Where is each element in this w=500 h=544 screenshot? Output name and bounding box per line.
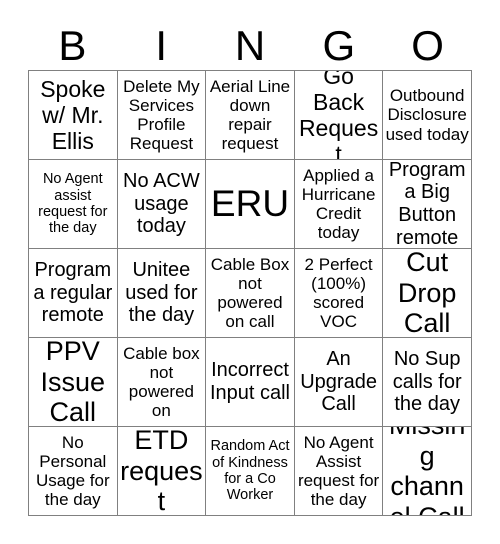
bingo-cell-label: Cut Drop Call bbox=[397, 249, 457, 338]
bingo-cell-label: Outbound Disclosure used today bbox=[385, 86, 469, 144]
bingo-cell[interactable]: Go Back Request bbox=[294, 71, 384, 160]
bingo-cell[interactable]: 2 Perfect (100%) scored VOC bbox=[294, 249, 384, 338]
bingo-cell[interactable]: PPV Issue Call bbox=[29, 338, 118, 427]
bingo-row: PPV Issue Call Cable box not powered on … bbox=[29, 338, 472, 427]
bingo-cell[interactable]: Applied a Hurricane Credit today bbox=[294, 160, 384, 249]
bingo-header-letter-n: N bbox=[234, 22, 266, 69]
bingo-cell-label: Aerial Line down repair request bbox=[209, 76, 291, 154]
bingo-cell-label: No Agent assist request for the day bbox=[38, 171, 108, 237]
bingo-cell[interactable]: ETD request bbox=[117, 427, 207, 516]
bingo-cell[interactable]: Cable Box not powered on call bbox=[206, 249, 295, 338]
bingo-header-letter-i: I bbox=[155, 22, 168, 69]
bingo-cell-label: Missing channel Call bbox=[389, 427, 466, 515]
bingo-cell[interactable]: Aerial Line down repair request bbox=[206, 71, 295, 160]
bingo-cell-label: Incorrect Input call bbox=[209, 359, 291, 404]
bingo-cell[interactable]: Cable box not powered on bbox=[117, 338, 207, 427]
bingo-cell-label: An Upgrade Call bbox=[300, 348, 377, 416]
bingo-cell-label: Cable box not powered on bbox=[123, 343, 200, 421]
bingo-cell[interactable]: No Agent assist request for the day bbox=[29, 160, 118, 249]
bingo-cell[interactable]: No Agent Assist request for the day bbox=[294, 427, 384, 516]
bingo-cell-label: Cable Box not powered on call bbox=[210, 254, 290, 332]
bingo-cell-label: Unitee used for the day bbox=[125, 259, 198, 327]
bingo-cell[interactable]: Random Act of Kindness for a Co Worker bbox=[206, 427, 295, 516]
bingo-cell-label: No Personal Usage for the day bbox=[35, 432, 110, 510]
bingo-cell[interactable]: ERU bbox=[206, 160, 295, 249]
bingo-cell-label: Random Act of Kindness for a Co Worker bbox=[210, 438, 290, 504]
bingo-cell-label: 2 Perfect (100%) scored VOC bbox=[304, 254, 373, 332]
bingo-cell[interactable]: An Upgrade Call bbox=[294, 338, 384, 427]
bingo-row: Program a regular remote Unitee used for… bbox=[29, 249, 472, 338]
bingo-cell-label: PPV Issue Call bbox=[40, 338, 106, 427]
bingo-row: No Agent assist request for the day No A… bbox=[29, 160, 472, 249]
bingo-row: No Personal Usage for the day ETD reques… bbox=[29, 427, 472, 516]
bingo-cell-label: Program a regular remote bbox=[33, 259, 113, 327]
bingo-cell[interactable]: Incorrect Input call bbox=[206, 338, 295, 427]
bingo-row: Spoke w/ Mr. Ellis Delete My Services Pr… bbox=[29, 71, 472, 160]
bingo-cell-label: No Sup calls for the day bbox=[392, 348, 462, 416]
bingo-header-letter-b: B bbox=[58, 22, 87, 69]
bingo-cell[interactable]: Missing channel Call bbox=[383, 427, 472, 516]
bingo-cell-label: Spoke w/ Mr. Ellis bbox=[40, 76, 106, 154]
bingo-cell[interactable]: No ACW usage today bbox=[117, 160, 207, 249]
bingo-header-letter-g: G bbox=[322, 22, 356, 69]
bingo-cell-label: Delete My Services Profile Request bbox=[123, 76, 200, 154]
bingo-cell-label: No Agent Assist request for the day bbox=[297, 432, 380, 510]
bingo-cell[interactable]: Unitee used for the day bbox=[117, 249, 207, 338]
bingo-cell[interactable]: Spoke w/ Mr. Ellis bbox=[29, 71, 118, 160]
bingo-card: B I N G O Spoke w/ Mr. Ellis Delete My S… bbox=[0, 0, 500, 544]
bingo-cell[interactable]: No Personal Usage for the day bbox=[29, 427, 118, 516]
bingo-cell-label: No ACW usage today bbox=[123, 170, 200, 238]
bingo-cell[interactable]: Program a regular remote bbox=[29, 249, 118, 338]
bingo-cell[interactable]: Delete My Services Profile Request bbox=[117, 71, 207, 160]
bingo-cell[interactable]: Cut Drop Call bbox=[383, 249, 472, 338]
bingo-cell-label: ETD request bbox=[120, 427, 203, 516]
bingo-grid: Spoke w/ Mr. Ellis Delete My Services Pr… bbox=[28, 70, 472, 516]
bingo-cell-label: Go Back Request bbox=[298, 71, 379, 160]
bingo-header-letter-o: O bbox=[411, 22, 444, 69]
bingo-cell[interactable]: Outbound Disclosure used today bbox=[383, 71, 472, 160]
bingo-cell-label: Applied a Hurricane Credit today bbox=[301, 165, 376, 243]
bingo-cell[interactable]: Program a Big Button remote bbox=[383, 160, 472, 249]
bingo-cell-label: Program a Big Button remote bbox=[388, 160, 466, 249]
bingo-header: B I N G O bbox=[28, 22, 472, 70]
bingo-cell-label: ERU bbox=[210, 183, 290, 225]
bingo-cell[interactable]: No Sup calls for the day bbox=[383, 338, 472, 427]
